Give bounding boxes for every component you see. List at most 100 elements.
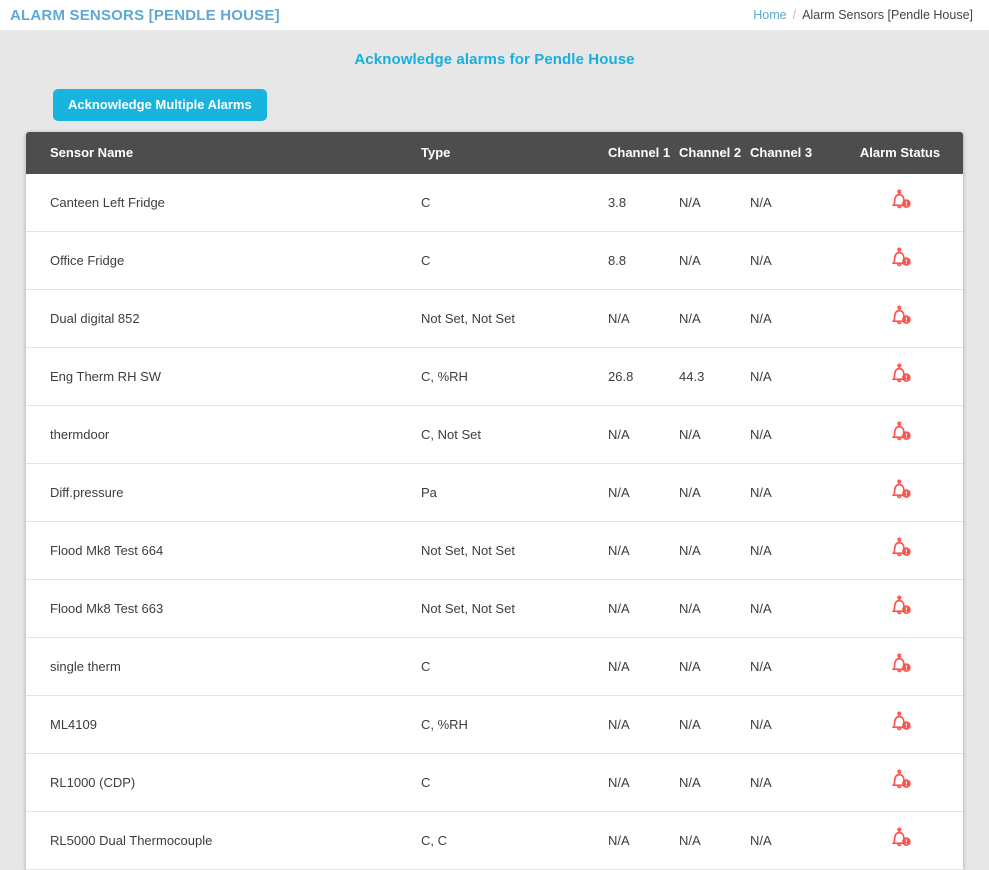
cell-channel-2: N/A bbox=[679, 231, 750, 290]
table-row[interactable]: Canteen Left Fridge C 3.8 N/A N/A bbox=[26, 174, 963, 232]
table-row[interactable]: Eng Therm RH SW C, %RH 26.8 44.3 N/A bbox=[26, 347, 963, 406]
cell-sensor-name: thermdoor bbox=[26, 405, 421, 464]
cell-type: C bbox=[421, 174, 608, 232]
cell-channel-2: N/A bbox=[679, 405, 750, 464]
cell-channel-2: N/A bbox=[679, 579, 750, 638]
alarm-bell-warning-icon[interactable] bbox=[887, 362, 913, 388]
cell-channel-1: 8.8 bbox=[608, 231, 679, 290]
table-header-row: Sensor Name Type Channel 1 Channel 2 Cha… bbox=[26, 132, 963, 174]
column-header-alarm-status[interactable]: Alarm Status bbox=[837, 132, 963, 174]
cell-type: Not Set, Not Set bbox=[421, 521, 608, 580]
cell-channel-2: N/A bbox=[679, 521, 750, 580]
top-header-bar: ALARM SENSORS [PENDLE HOUSE] Home / Alar… bbox=[0, 0, 989, 30]
breadcrumb-separator: / bbox=[792, 8, 797, 22]
cell-alarm-status bbox=[837, 521, 963, 580]
table-row[interactable]: thermdoor C, Not Set N/A N/A N/A bbox=[26, 405, 963, 464]
cell-type: Not Set, Not Set bbox=[421, 579, 608, 638]
cell-channel-3: N/A bbox=[750, 579, 837, 638]
cell-alarm-status bbox=[837, 811, 963, 870]
cell-sensor-name: Dual digital 852 bbox=[26, 289, 421, 348]
alarm-bell-warning-icon[interactable] bbox=[887, 710, 913, 736]
page-title: ALARM SENSORS [PENDLE HOUSE] bbox=[10, 6, 280, 24]
cell-channel-3: N/A bbox=[750, 753, 837, 812]
table-row[interactable]: Dual digital 852 Not Set, Not Set N/A N/A N/… bbox=[26, 289, 963, 348]
cell-channel-1: N/A bbox=[608, 753, 679, 812]
page-content: Acknowledge alarms for Pendle House Ackn… bbox=[0, 30, 989, 870]
alarm-bell-warning-icon[interactable] bbox=[887, 826, 913, 852]
cell-alarm-status bbox=[837, 463, 963, 522]
cell-channel-1: N/A bbox=[608, 811, 679, 870]
cell-channel-1: 3.8 bbox=[608, 174, 679, 232]
table-body: Canteen Left Fridge C 3.8 N/A N/A Office Frid… bbox=[26, 174, 963, 870]
cell-type: C, C bbox=[421, 811, 608, 870]
cell-channel-3: N/A bbox=[750, 463, 837, 522]
column-header-sensor-name[interactable]: Sensor Name bbox=[26, 132, 421, 174]
alarm-bell-warning-icon[interactable] bbox=[887, 188, 913, 214]
cell-alarm-status bbox=[837, 405, 963, 464]
cell-channel-2: N/A bbox=[679, 289, 750, 348]
cell-sensor-name: RL5000 Dual Thermocouple bbox=[26, 811, 421, 870]
sensors-table-card: Sensor Name Type Channel 1 Channel 2 Cha… bbox=[26, 132, 963, 870]
cell-alarm-status bbox=[837, 637, 963, 696]
column-header-channel-2[interactable]: Channel 2 bbox=[679, 132, 750, 174]
column-header-channel-1[interactable]: Channel 1 bbox=[608, 132, 679, 174]
table-row[interactable]: Flood Mk8 Test 663 Not Set, Not Set N/A N/A… bbox=[26, 579, 963, 638]
cell-sensor-name: Canteen Left Fridge bbox=[26, 174, 421, 232]
cell-type: C bbox=[421, 753, 608, 812]
cell-alarm-status bbox=[837, 347, 963, 406]
cell-channel-3: N/A bbox=[750, 405, 837, 464]
table-row[interactable]: Diff.pressure Pa N/A N/A N/A bbox=[26, 463, 963, 522]
alarm-bell-warning-icon[interactable] bbox=[887, 478, 913, 504]
sensors-table: Sensor Name Type Channel 1 Channel 2 Cha… bbox=[26, 132, 963, 870]
cell-channel-1: N/A bbox=[608, 579, 679, 638]
alarm-bell-warning-icon[interactable] bbox=[887, 652, 913, 678]
cell-type: C, %RH bbox=[421, 347, 608, 406]
alarm-bell-warning-icon[interactable] bbox=[887, 768, 913, 794]
cell-channel-3: N/A bbox=[750, 521, 837, 580]
table-row[interactable]: ML4109 C, %RH N/A N/A N/A bbox=[26, 695, 963, 754]
toolbar: Acknowledge Multiple Alarms bbox=[0, 68, 989, 121]
cell-alarm-status bbox=[837, 695, 963, 754]
alarm-bell-warning-icon[interactable] bbox=[887, 304, 913, 330]
alarm-bell-warning-icon[interactable] bbox=[887, 536, 913, 562]
breadcrumb-home-link[interactable]: Home bbox=[753, 8, 786, 22]
cell-channel-2: 44.3 bbox=[679, 347, 750, 406]
alarm-bell-warning-icon[interactable] bbox=[887, 420, 913, 446]
cell-channel-1: N/A bbox=[608, 637, 679, 696]
cell-type: C, Not Set bbox=[421, 405, 608, 464]
page-subtitle: Acknowledge alarms for Pendle House bbox=[354, 51, 635, 68]
alarm-bell-warning-icon[interactable] bbox=[887, 594, 913, 620]
cell-sensor-name: Diff.pressure bbox=[26, 463, 421, 522]
column-header-type[interactable]: Type bbox=[421, 132, 608, 174]
table-row[interactable]: Flood Mk8 Test 664 Not Set, Not Set N/A N/A… bbox=[26, 521, 963, 580]
cell-sensor-name: Flood Mk8 Test 664 bbox=[26, 521, 421, 580]
cell-channel-1: N/A bbox=[608, 405, 679, 464]
cell-channel-3: N/A bbox=[750, 174, 837, 232]
cell-channel-3: N/A bbox=[750, 347, 837, 406]
cell-type: Not Set, Not Set bbox=[421, 289, 608, 348]
cell-sensor-name: Office Fridge bbox=[26, 231, 421, 290]
cell-channel-1: N/A bbox=[608, 695, 679, 754]
cell-channel-3: N/A bbox=[750, 811, 837, 870]
table-row[interactable]: RL5000 Dual Thermocouple C, C N/A N/A N/A bbox=[26, 811, 963, 870]
table-row[interactable]: single therm C N/A N/A N/A bbox=[26, 637, 963, 696]
breadcrumb-current-page: Alarm Sensors [Pendle House] bbox=[802, 8, 973, 22]
cell-channel-3: N/A bbox=[750, 231, 837, 290]
alarm-bell-warning-icon[interactable] bbox=[887, 246, 913, 272]
table-row[interactable]: RL1000 (CDP) C N/A N/A N/A bbox=[26, 753, 963, 812]
cell-type: C, %RH bbox=[421, 695, 608, 754]
table-header: Sensor Name Type Channel 1 Channel 2 Cha… bbox=[26, 132, 963, 174]
cell-alarm-status bbox=[837, 753, 963, 812]
cell-sensor-name: RL1000 (CDP) bbox=[26, 753, 421, 812]
cell-sensor-name: Eng Therm RH SW bbox=[26, 347, 421, 406]
cell-channel-2: N/A bbox=[679, 637, 750, 696]
breadcrumb: Home / Alarm Sensors [Pendle House] bbox=[753, 8, 973, 22]
column-header-channel-3[interactable]: Channel 3 bbox=[750, 132, 837, 174]
cell-channel-1: 26.8 bbox=[608, 347, 679, 406]
cell-alarm-status bbox=[837, 231, 963, 290]
table-row[interactable]: Office Fridge C 8.8 N/A N/A bbox=[26, 231, 963, 290]
cell-channel-3: N/A bbox=[750, 289, 837, 348]
acknowledge-multiple-alarms-button[interactable]: Acknowledge Multiple Alarms bbox=[53, 89, 267, 121]
cell-sensor-name: single therm bbox=[26, 637, 421, 696]
cell-alarm-status bbox=[837, 289, 963, 348]
